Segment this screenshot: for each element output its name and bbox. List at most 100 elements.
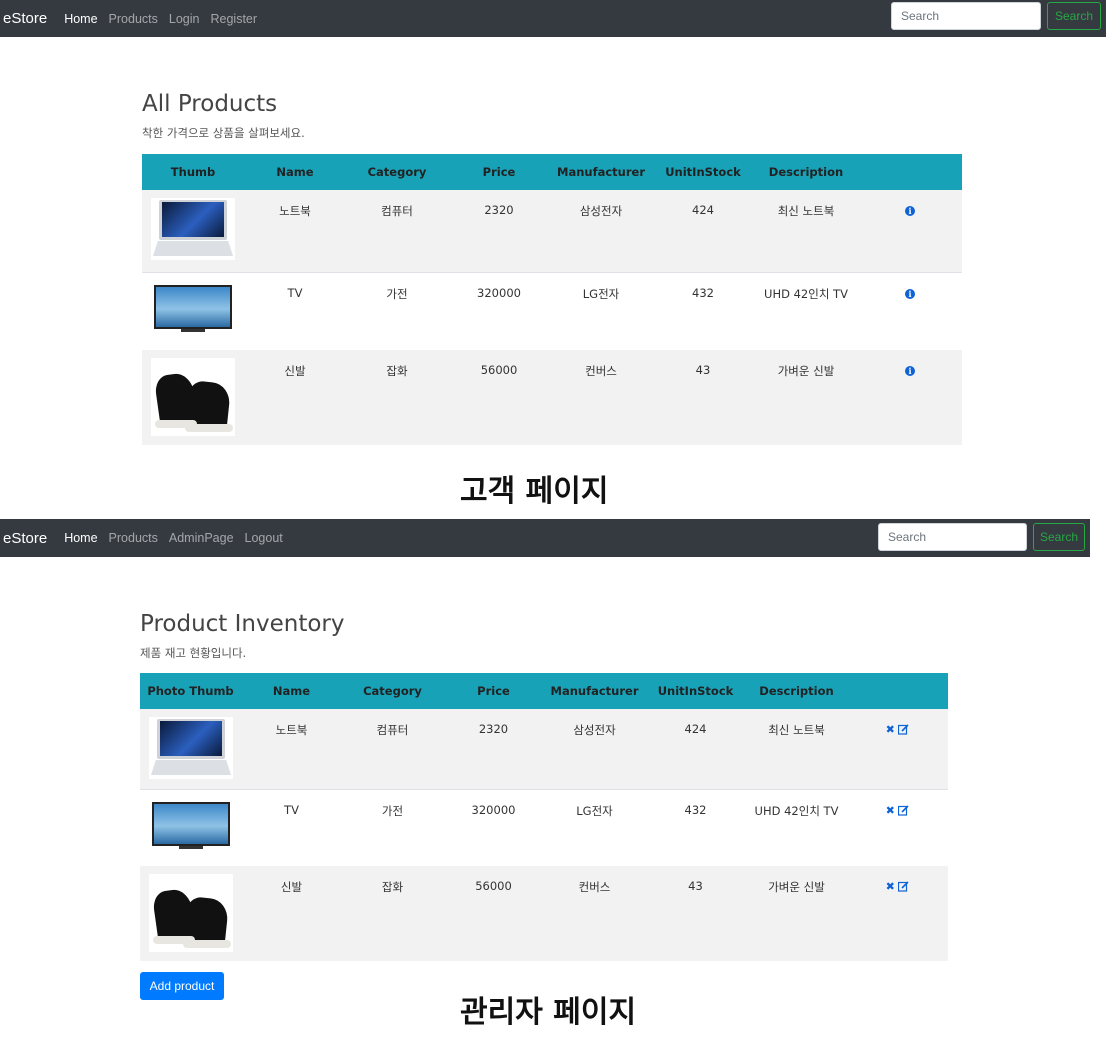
table-header-row: Photo Thumb Name Category Price Manufact… [140,673,948,709]
admin-navbar: eStore Home Products AdminPage Logout Se… [0,519,1090,557]
product-category: 컴퓨터 [346,190,448,272]
sneakers-thumbnail [149,874,233,952]
nav-home[interactable]: Home [64,531,97,545]
product-description: UHD 42인치 TV [754,271,858,350]
product-category: 잡화 [346,350,448,445]
product-stock: 424 [645,709,746,789]
table-header-row: Thumb Name Category Price Manufacturer U… [142,154,962,190]
product-category: 컴퓨터 [342,709,443,789]
product-description: 가벼운 신발 [754,350,858,445]
nav-home[interactable]: Home [64,12,97,26]
table-row: TV 가전 320000 LG전자 432 UHD 42인치 TV i [142,271,962,350]
brand-logo[interactable]: eStore [3,10,47,27]
page-subtitle: 착한 가격으로 상품을 살펴보세요. [142,126,305,140]
column-header: Photo Thumb [140,673,241,709]
column-header: UnitInStock [645,673,746,709]
table-row: 신발 잡화 56000 컨버스 43 가벼운 신발 i [142,350,962,445]
product-description: 최신 노트북 [746,709,847,789]
product-stock: 424 [652,190,754,272]
column-header: Name [244,154,346,190]
laptop-thumbnail [151,198,235,260]
products-table: Thumb Name Category Price Manufacturer U… [142,154,962,445]
column-header: Name [241,673,342,709]
product-price: 56000 [443,866,544,961]
nav-adminpage[interactable]: AdminPage [169,531,234,545]
column-header: Manufacturer [544,673,645,709]
search-input[interactable]: Search [891,2,1041,30]
customer-page-caption: 고객 페이지 [460,474,609,509]
add-product-button[interactable]: Add product [140,972,224,1000]
product-manufacturer: LG전자 [550,271,652,350]
page-title: Product Inventory [140,611,345,637]
nav-products[interactable]: Products [109,12,158,26]
column-header: Price [443,673,544,709]
product-name: TV [244,271,346,350]
product-price: 2320 [443,709,544,789]
tv-thumbnail [151,278,235,337]
info-circle-icon[interactable]: i [905,288,915,299]
edit-icon[interactable] [898,804,910,816]
product-name: 노트북 [244,190,346,272]
product-name: 신발 [241,866,342,961]
column-header [858,154,962,190]
product-description: 최신 노트북 [754,190,858,272]
edit-icon[interactable] [898,724,910,735]
column-header: Category [342,673,443,709]
product-manufacturer: 컨버스 [544,866,645,961]
product-price: 320000 [443,788,544,866]
product-name: 노트북 [241,709,342,789]
product-name: TV [241,788,342,866]
info-circle-icon[interactable]: i [905,206,915,216]
column-header: Thumb [142,154,244,190]
product-price: 320000 [448,271,550,350]
column-header: Description [754,154,858,190]
brand-logo[interactable]: eStore [3,530,47,547]
nav-login[interactable]: Login [169,12,200,26]
product-description: UHD 42인치 TV [746,788,847,866]
laptop-thumbnail [149,717,233,779]
nav-logout[interactable]: Logout [245,531,283,545]
product-stock: 432 [652,271,754,350]
info-circle-icon[interactable]: i [905,366,915,376]
product-category: 잡화 [342,866,443,961]
page-subtitle: 제품 재고 현황입니다. [140,646,247,660]
column-header: Category [346,154,448,190]
product-manufacturer: LG전자 [544,788,645,866]
nav-register[interactable]: Register [210,12,257,26]
product-stock: 432 [645,788,746,866]
table-row: 노트북 컴퓨터 2320 삼성전자 424 최신 노트북 i [142,190,962,272]
column-header [847,673,948,709]
product-category: 가전 [342,788,443,866]
product-price: 56000 [448,350,550,445]
delete-x-icon[interactable]: ✖ [886,880,895,893]
search-input[interactable]: Search [878,523,1027,551]
table-row: 신발 잡화 56000 컨버스 43 가벼운 신발 ✖ [140,866,948,961]
customer-navbar: eStore Home Products Login Register Sear… [0,0,1106,37]
product-stock: 43 [645,866,746,961]
inventory-table: Photo Thumb Name Category Price Manufact… [140,673,948,961]
admin-page-caption: 관리자 페이지 [460,995,637,1030]
column-header: Manufacturer [550,154,652,190]
product-description: 가벼운 신발 [746,866,847,961]
page-title: All Products [142,91,278,117]
tv-thumbnail [149,795,233,854]
product-category: 가전 [346,271,448,350]
product-manufacturer: 삼성전자 [550,190,652,272]
delete-x-icon[interactable]: ✖ [886,804,895,817]
product-manufacturer: 컨버스 [550,350,652,445]
product-price: 2320 [448,190,550,272]
product-name: 신발 [244,350,346,445]
column-header: Description [746,673,847,709]
sneakers-thumbnail [151,358,235,436]
table-row: 노트북 컴퓨터 2320 삼성전자 424 최신 노트북 ✖ [140,709,948,789]
product-stock: 43 [652,350,754,445]
edit-icon[interactable] [898,881,910,892]
table-row: TV 가전 320000 LG전자 432 UHD 42인치 TV ✖ [140,788,948,866]
column-header: UnitInStock [652,154,754,190]
column-header: Price [448,154,550,190]
delete-x-icon[interactable]: ✖ [886,723,895,736]
product-manufacturer: 삼성전자 [544,709,645,789]
search-button[interactable]: Search [1033,523,1085,551]
search-button[interactable]: Search [1047,2,1101,30]
nav-products[interactable]: Products [109,531,158,545]
